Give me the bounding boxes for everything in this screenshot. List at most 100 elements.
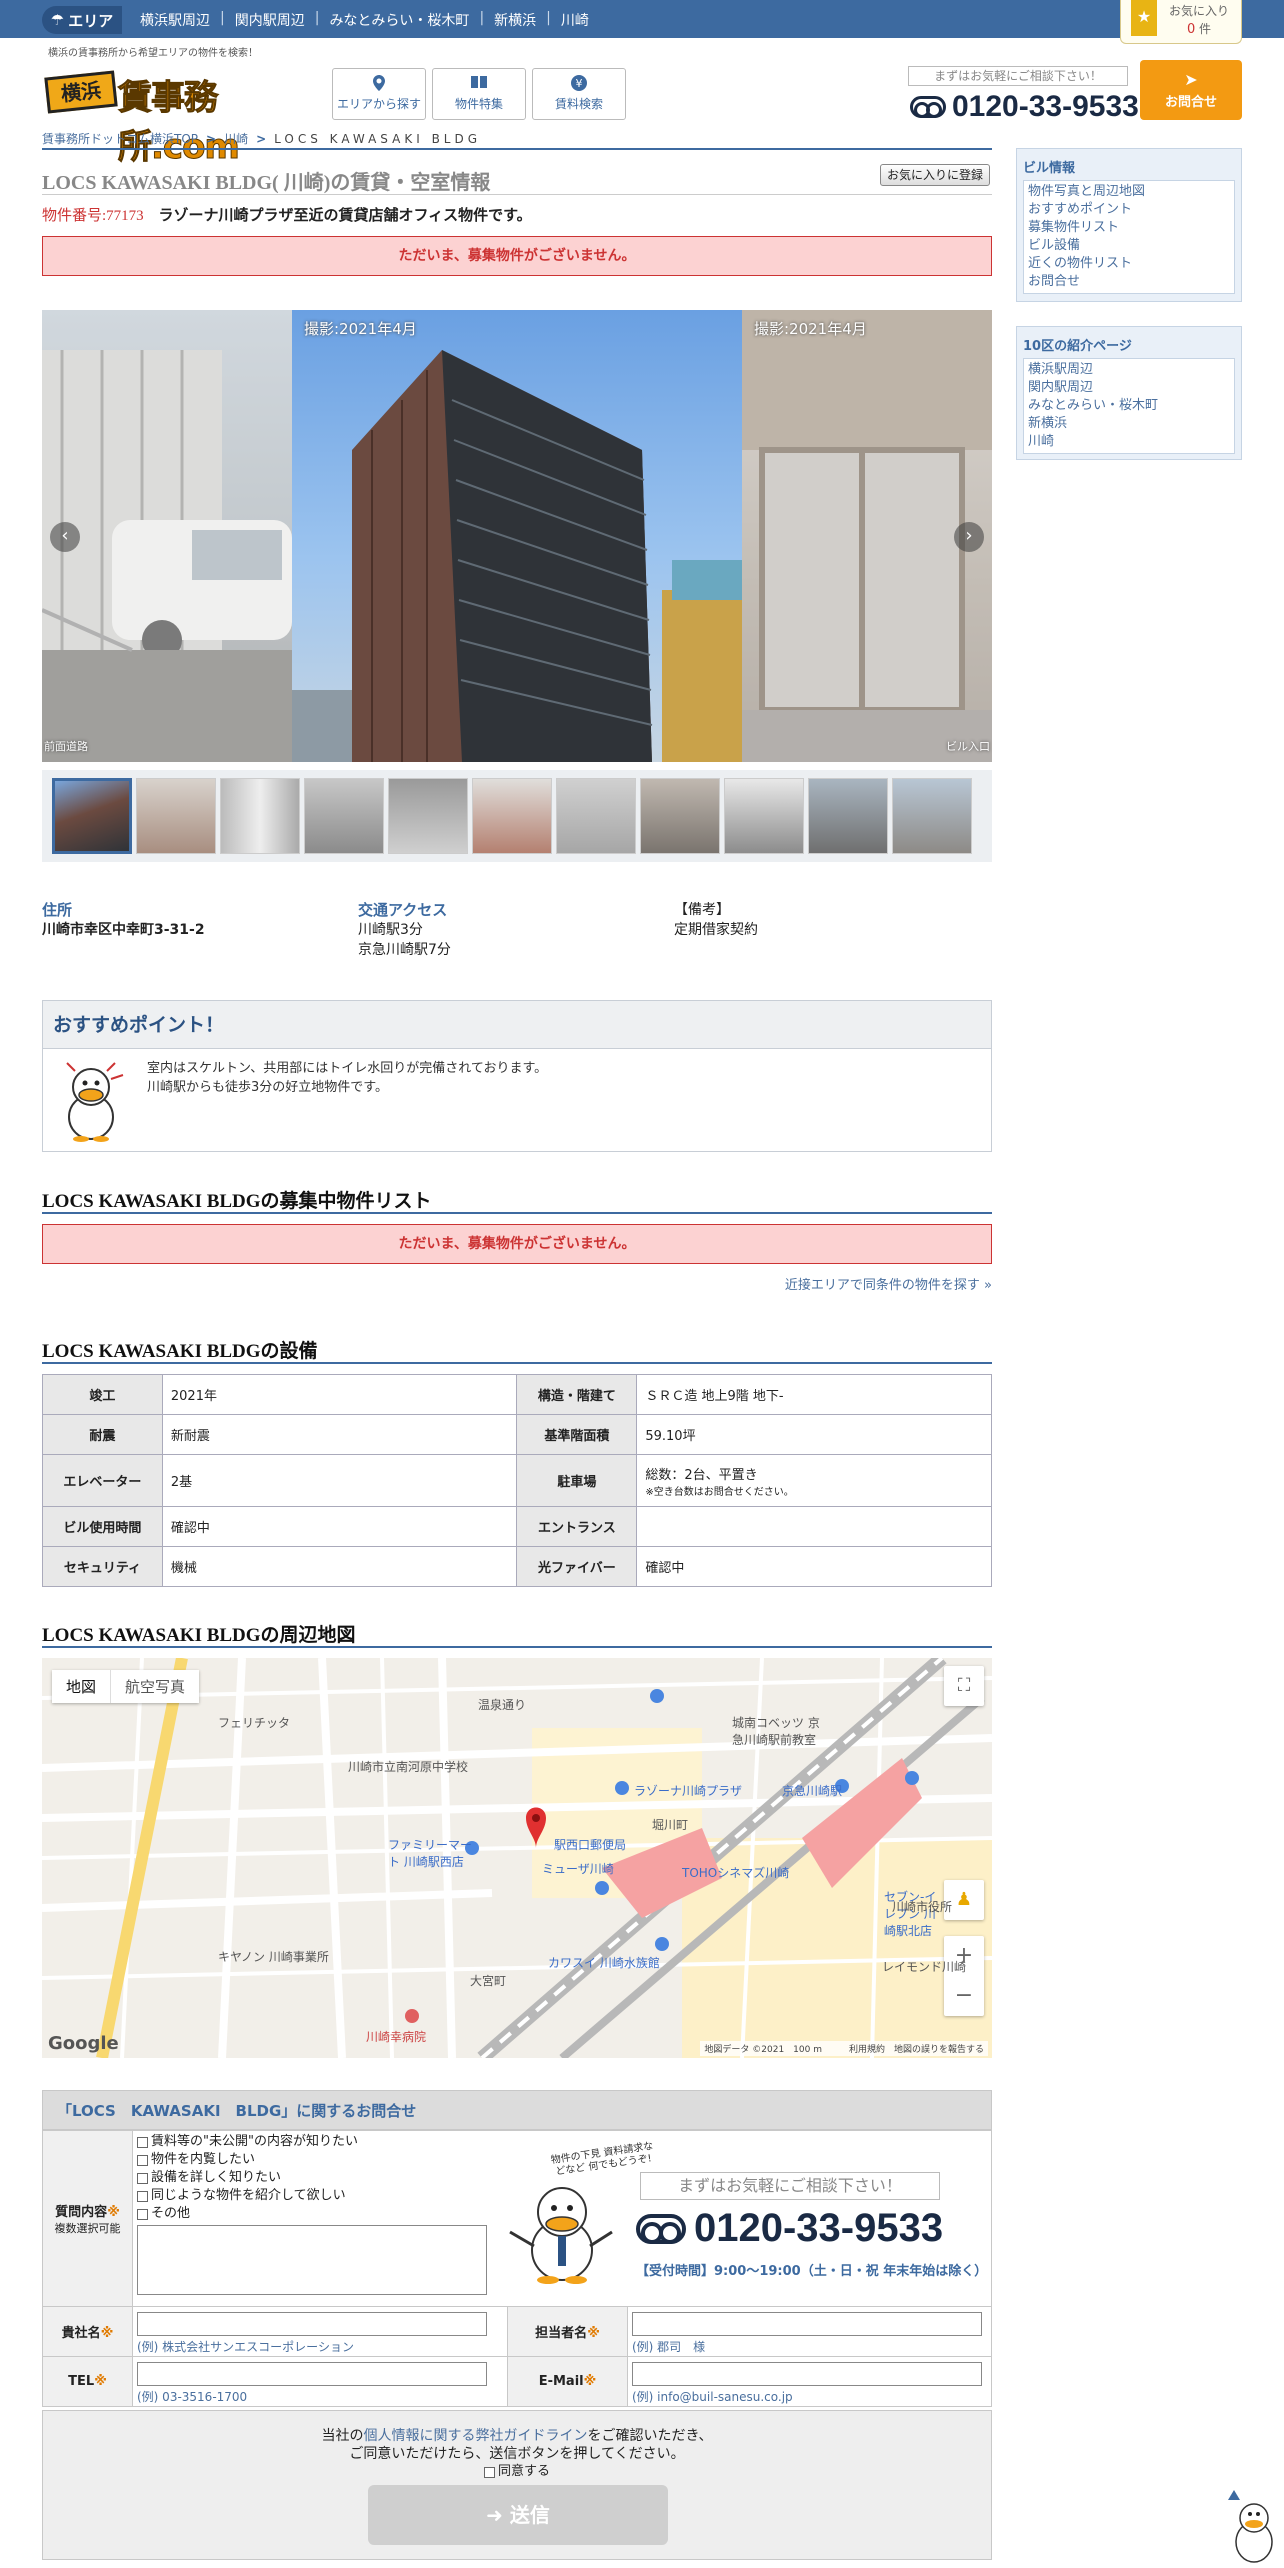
favorites-box[interactable]: ★ お気に入り 0 件 bbox=[1120, 0, 1242, 44]
sidebar-link[interactable]: 物件写真と周辺地図 bbox=[1028, 183, 1230, 201]
contact-button[interactable]: ➤ お問合せ bbox=[1140, 60, 1242, 120]
map-label: ミューザ川崎 bbox=[542, 1862, 614, 1876]
area-label[interactable]: ☂ エリア bbox=[42, 6, 122, 34]
page-top-mascot-icon[interactable] bbox=[1224, 2490, 1280, 2566]
zoom-out-icon[interactable]: − bbox=[944, 1976, 984, 2016]
sidebar-link[interactable]: ビル設備 bbox=[1028, 237, 1230, 255]
thumbnail[interactable] bbox=[388, 778, 468, 854]
svg-text:¥: ¥ bbox=[576, 77, 583, 90]
top-link[interactable]: 関内駅周辺 bbox=[235, 10, 305, 30]
no-vacancy-alert: ただいま、募集物件がございません。 bbox=[42, 236, 992, 276]
sidebar-link[interactable]: 募集物件リスト bbox=[1028, 219, 1230, 237]
nav-feature-button[interactable]: 物件特集 bbox=[432, 68, 526, 120]
sidebar-link[interactable]: みなとみらい・桜木町 bbox=[1028, 397, 1230, 415]
top-link[interactable]: 新横浜 bbox=[494, 10, 536, 30]
nav-area-search-button[interactable]: エリアから探す bbox=[332, 68, 426, 120]
breadcrumb-link-top[interactable]: 賃事務所ドットコム横浜TOP bbox=[42, 130, 198, 147]
email-input[interactable] bbox=[632, 2362, 982, 2386]
site-logo[interactable]: 横浜 賃事務所.com bbox=[44, 64, 296, 168]
sidebar-link[interactable]: おすすめポイント bbox=[1028, 201, 1230, 219]
no-vacancy-alert: ただいま、募集物件がございません。 bbox=[42, 1224, 992, 1264]
question-textarea[interactable] bbox=[137, 2225, 487, 2295]
map-label: レイモンド川崎 bbox=[882, 1960, 967, 1974]
thumbnail[interactable] bbox=[556, 778, 636, 854]
checkbox[interactable] bbox=[137, 2208, 148, 2220]
thumbnail[interactable] bbox=[304, 778, 384, 854]
company-input[interactable] bbox=[137, 2312, 487, 2336]
thumbnail[interactable] bbox=[808, 778, 888, 854]
sidebar-link[interactable]: 新横浜 bbox=[1028, 415, 1230, 433]
thumbnail[interactable] bbox=[640, 778, 720, 854]
photo-gallery[interactable]: 撮影:2021年4月 撮影:2021年4月 前面道路 ビル入口 ‹ › bbox=[42, 310, 992, 762]
favorites-count: 0 bbox=[1186, 22, 1196, 37]
tab-satellite[interactable]: 航空写真 bbox=[110, 1670, 199, 1703]
remarks-value: 定期借家契約 bbox=[674, 922, 758, 938]
privacy-text: ご同意いただけたら、送信ボタンを押してください。 bbox=[349, 2446, 685, 2462]
top-link[interactable]: みなとみらい・桜木町 bbox=[329, 10, 469, 30]
nav-rent-search-button[interactable]: ¥ 賃料検索 bbox=[532, 68, 626, 120]
address-block: 住所 川崎市幸区中幸町3-31-2 bbox=[42, 900, 205, 940]
favorites-label: お気に入り bbox=[1169, 4, 1230, 18]
nearby-search-link[interactable]: 近接エリアで同条件の物件を探す » bbox=[785, 1274, 992, 1293]
tab-map[interactable]: 地図 bbox=[52, 1670, 110, 1703]
map-footer[interactable]: 地図データ ©2021 100 m 利用規約 地図の誤りを報告する bbox=[700, 2041, 988, 2056]
access-label: 交通アクセス bbox=[358, 901, 448, 919]
checkbox[interactable] bbox=[483, 2466, 495, 2478]
thumbnail[interactable] bbox=[724, 778, 804, 854]
freedial-icon bbox=[636, 2213, 686, 2244]
top-link[interactable]: 川崎 bbox=[561, 10, 589, 30]
add-favorite-button[interactable]: お気に入りに登録 bbox=[880, 164, 990, 186]
chevron-right-icon: > bbox=[256, 131, 267, 146]
thumbnail[interactable] bbox=[136, 778, 216, 854]
map-label: 堀川町 bbox=[652, 1818, 689, 1832]
thumbnail[interactable] bbox=[52, 778, 132, 854]
checkbox[interactable] bbox=[137, 2154, 148, 2166]
tel-hint: (例) 03-3516-1700 bbox=[137, 2390, 248, 2404]
checkbox[interactable] bbox=[137, 2172, 148, 2184]
map-label: TOHOシネマズ川崎 bbox=[682, 1866, 790, 1880]
thumbnail[interactable] bbox=[220, 778, 300, 854]
breadcrumb: 賃事務所ドットコム横浜TOP > 川崎 > LOCS KAWASAKI BLDG bbox=[42, 130, 481, 147]
tel-input[interactable] bbox=[137, 2362, 487, 2386]
fullscreen-icon[interactable]: ⛶ bbox=[944, 1666, 984, 1706]
access-value: 京急川崎駅7分 bbox=[358, 942, 451, 958]
sidebar-link[interactable]: 近くの物件リスト bbox=[1028, 255, 1230, 273]
yen-icon: ¥ bbox=[570, 75, 588, 91]
checkbox[interactable] bbox=[137, 2136, 148, 2148]
person-input[interactable] bbox=[632, 2312, 982, 2336]
breadcrumb-link-kawasaki[interactable]: 川崎 bbox=[224, 130, 248, 147]
divider bbox=[42, 148, 992, 150]
thumbnail[interactable] bbox=[472, 778, 552, 854]
agree-checkbox[interactable]: 同意する bbox=[43, 2463, 991, 2481]
sidebar-link[interactable]: 関内駅周辺 bbox=[1028, 379, 1230, 397]
sidebar-link[interactable]: 川崎 bbox=[1028, 433, 1230, 451]
photo-caption: 撮影:2021年4月 bbox=[754, 320, 867, 338]
checkbox[interactable] bbox=[137, 2190, 148, 2202]
sidebar-link[interactable]: お問合せ bbox=[1028, 273, 1230, 291]
gallery-next-icon[interactable]: › bbox=[954, 522, 984, 552]
photo-caption: 撮影:2021年4月 bbox=[304, 320, 417, 338]
checkbox-option[interactable]: 賃料等の"未公開"の内容が知りたい bbox=[137, 2133, 987, 2151]
map-label: キヤノン 川崎事業所 bbox=[218, 1950, 329, 1964]
privacy-link[interactable]: 個人情報に関する弊社ガイドライン bbox=[363, 2428, 587, 2444]
chevron-right-icon: > bbox=[206, 131, 217, 146]
property-number-line: 物件番号:77173 ラゾーナ川崎プラザ至近の賃貸店舗オフィス物件です。 bbox=[42, 204, 532, 225]
consult-text: まずはお気軽にご相談下さい！ bbox=[640, 2172, 940, 2200]
phone-number-large[interactable]: 0120-33-9533 bbox=[636, 2206, 943, 2251]
sidebar-link[interactable]: 横浜駅周辺 bbox=[1028, 361, 1230, 379]
zoom-controls[interactable]: + − bbox=[944, 1936, 984, 2016]
thumbnail[interactable] bbox=[892, 778, 972, 854]
access-value: 川崎駅3分 bbox=[358, 922, 423, 938]
table-row: エレベーター 2基 駐車場 総数：2台、平置き ※空き台数はお問合せください。 bbox=[42, 1454, 992, 1507]
recommend-section: おすすめポイント！ 室内はスケルトン、共用部にはトイレ水回りが完備されております… bbox=[42, 1000, 992, 1152]
top-link[interactable]: 横浜駅周辺 bbox=[140, 10, 210, 30]
listing-title: LOCS KAWASAKI BLDGの募集中物件リスト bbox=[42, 1191, 432, 1212]
tel-label: TEL bbox=[68, 2374, 95, 2389]
area-map[interactable]: 地図 航空写真 ⛶ ♟ + − フェリチッタ 川崎市立南河原中学校 ラゾーナ川崎… bbox=[42, 1658, 992, 2058]
phone-number[interactable]: 0120-33-9533 bbox=[910, 90, 1139, 124]
facilities-table: 竣工 2021年 構造・階建て ＳＲＣ造 地上9階 地下- 耐震 新耐震 基準階… bbox=[42, 1374, 992, 1587]
freedial-icon bbox=[910, 96, 946, 118]
business-hours: 【受付時間】9:00～19:00（土・日・祝 年末年始は除く） bbox=[636, 2264, 988, 2279]
submit-button[interactable]: ➜ 送信 bbox=[368, 2485, 668, 2545]
gallery-prev-icon[interactable]: ‹ bbox=[50, 522, 80, 552]
